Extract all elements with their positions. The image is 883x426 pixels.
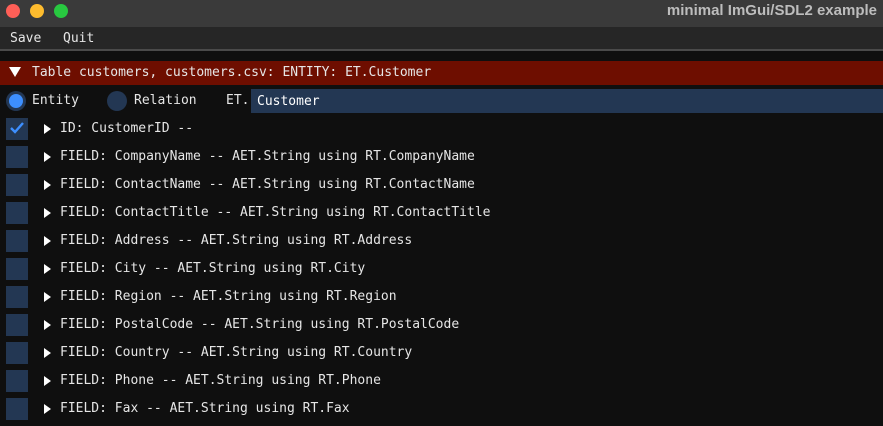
field-checkbox[interactable] [6, 202, 28, 224]
field-checkbox[interactable] [6, 398, 28, 420]
field-label[interactable]: FIELD: ContactTitle -- AET.String using … [60, 205, 490, 220]
field-label[interactable]: FIELD: Address -- AET.String using RT.Ad… [60, 233, 412, 248]
expand-arrow-icon[interactable] [44, 208, 51, 218]
type-selector-row: Entity Relation ET. [0, 89, 883, 113]
field-checkbox[interactable] [6, 286, 28, 308]
field-row: FIELD: PostalCode -- AET.String using RT… [0, 313, 883, 337]
field-label[interactable]: FIELD: PostalCode -- AET.String using RT… [60, 317, 459, 332]
field-label[interactable]: FIELD: Fax -- AET.String using RT.Fax [60, 401, 350, 416]
field-row: FIELD: Fax -- AET.String using RT.Fax [0, 397, 883, 421]
collapse-arrow-icon [9, 67, 21, 77]
field-checkbox[interactable] [6, 342, 28, 364]
relation-radio-label[interactable]: Relation [134, 93, 197, 108]
field-label[interactable]: FIELD: CompanyName -- AET.String using R… [60, 149, 475, 164]
title-bar: minimal ImGui/SDL2 example [0, 0, 883, 28]
field-row: FIELD: ContactTitle -- AET.String using … [0, 201, 883, 225]
field-row: FIELD: ContactName -- AET.String using R… [0, 173, 883, 197]
field-checkbox[interactable] [6, 230, 28, 252]
field-label[interactable]: FIELD: City -- AET.String using RT.City [60, 261, 365, 276]
field-label[interactable]: FIELD: Phone -- AET.String using RT.Phon… [60, 373, 381, 388]
table-header[interactable]: Table customers, customers.csv: ENTITY: … [0, 61, 883, 85]
expand-arrow-icon[interactable] [44, 320, 51, 330]
menu-save[interactable]: Save [10, 31, 41, 46]
field-label[interactable]: FIELD: Country -- AET.String using RT.Co… [60, 345, 412, 360]
radio-selected-dot [9, 94, 23, 108]
entity-type-input[interactable] [251, 89, 883, 113]
expand-arrow-icon[interactable] [44, 180, 51, 190]
field-checkbox[interactable] [6, 370, 28, 392]
et-prefix-label: ET. [226, 93, 250, 108]
expand-arrow-icon[interactable] [44, 236, 51, 246]
expand-arrow-icon[interactable] [44, 376, 51, 386]
field-label[interactable]: FIELD: ContactName -- AET.String using R… [60, 177, 475, 192]
field-checkbox[interactable] [6, 314, 28, 336]
expand-arrow-icon[interactable] [44, 292, 51, 302]
field-checkbox[interactable] [6, 146, 28, 168]
field-label[interactable]: ID: CustomerID -- [60, 121, 193, 136]
window-title: minimal ImGui/SDL2 example [666, 2, 877, 19]
field-checkbox[interactable] [6, 258, 28, 280]
entity-radio-label[interactable]: Entity [32, 93, 79, 108]
entity-radio[interactable] [6, 91, 26, 111]
field-row: FIELD: Region -- AET.String using RT.Reg… [0, 285, 883, 309]
field-label[interactable]: FIELD: Region -- AET.String using RT.Reg… [60, 289, 397, 304]
menu-bar: Save Quit [0, 28, 883, 51]
field-row: FIELD: Phone -- AET.String using RT.Phon… [0, 369, 883, 393]
checkmark-icon [10, 122, 24, 134]
field-checkbox[interactable] [6, 174, 28, 196]
expand-arrow-icon[interactable] [44, 264, 51, 274]
table-header-label: Table customers, customers.csv: ENTITY: … [32, 65, 432, 80]
expand-arrow-icon[interactable] [44, 152, 51, 162]
field-row: FIELD: Country -- AET.String using RT.Co… [0, 341, 883, 365]
field-row: FIELD: City -- AET.String using RT.City [0, 257, 883, 281]
minimize-window-button[interactable] [30, 4, 44, 18]
expand-arrow-icon[interactable] [44, 348, 51, 358]
menu-quit[interactable]: Quit [63, 31, 94, 46]
expand-arrow-icon[interactable] [44, 404, 51, 414]
field-row: FIELD: Address -- AET.String using RT.Ad… [0, 229, 883, 253]
field-row: FIELD: CompanyName -- AET.String using R… [0, 145, 883, 169]
relation-radio[interactable] [107, 91, 127, 111]
close-window-button[interactable] [6, 4, 20, 18]
field-row: ID: CustomerID -- [0, 117, 883, 141]
expand-arrow-icon[interactable] [44, 124, 51, 134]
main-content: Table customers, customers.csv: ENTITY: … [0, 51, 883, 426]
field-checkbox[interactable] [6, 118, 28, 140]
maximize-window-button[interactable] [54, 4, 68, 18]
